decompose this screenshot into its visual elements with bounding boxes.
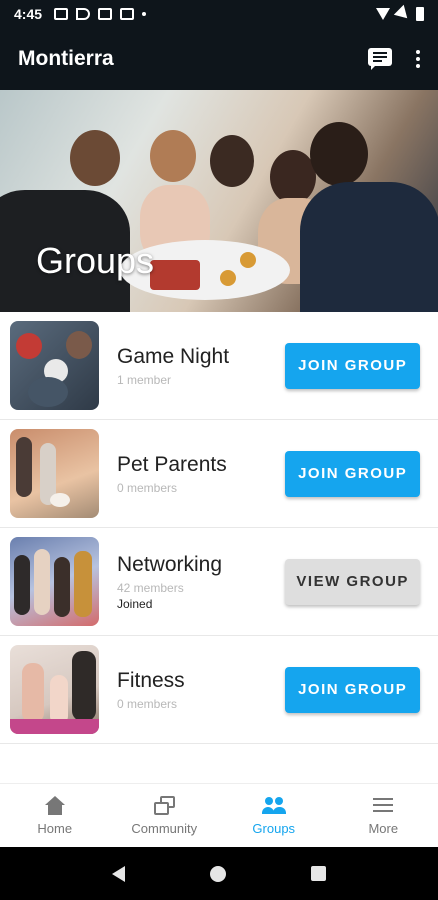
home-icon [43,795,67,816]
nav-label-more: More [368,820,399,836]
app-notification-icon [98,8,113,20]
hero-title: Groups [36,240,155,281]
notification-icons [54,8,147,20]
system-home-icon[interactable] [209,865,226,882]
bottom-navigation: Home Community Groups More [0,783,438,847]
group-name: Networking [117,552,223,576]
groups-icon [261,796,286,816]
recent-apps-icon[interactable] [310,866,326,881]
status-time: 4:45 [14,6,43,22]
app-title: Montierra [18,47,114,70]
group-thumbnail [10,429,99,518]
group-name: Pet Parents [117,452,227,476]
join-group-button[interactable]: JOIN GROUP [285,666,420,713]
community-icon [152,795,176,816]
member-count: 42 members [117,580,184,595]
nav-item-more[interactable]: More [329,784,438,847]
back-icon[interactable] [112,865,126,882]
nav-label-groups: Groups [252,820,296,836]
wifi-icon [376,8,390,20]
nav-item-groups[interactable]: Groups [219,784,329,847]
group-name: Game Night [117,344,230,368]
nav-item-home[interactable]: Home [0,784,110,847]
signal-icon [393,4,413,24]
app-notification-icon-2 [120,8,135,20]
more-notifications-dot [142,12,147,16]
group-thumbnail [10,645,99,734]
image-notification-icon [54,8,69,20]
system-navigation-bar [0,847,438,900]
battery-icon [416,7,424,21]
member-count: 1 member [117,372,172,387]
play-store-icon [76,8,91,20]
nav-item-community[interactable]: Community [110,784,220,847]
joined-label: Joined [117,596,153,611]
group-name: Fitness [117,668,185,692]
join-group-button[interactable]: JOIN GROUP [285,450,420,497]
nav-label-community: Community [131,820,198,836]
list-item[interactable]: Game Night 1 member JOIN GROUP [0,312,438,420]
list-item[interactable]: Networking 42 members Joined VIEW GROUP [0,528,438,636]
chat-icon[interactable] [368,48,392,70]
group-list: Game Night 1 member JOIN GROUP Pet Paren… [0,312,438,744]
nav-label-home: Home [37,820,73,836]
overflow-menu-icon[interactable] [416,50,420,68]
list-item[interactable]: Fitness 0 members JOIN GROUP [0,636,438,744]
status-bar: 4:45 [0,0,438,28]
view-group-button[interactable]: VIEW GROUP [285,558,420,605]
member-count: 0 members [117,696,178,711]
member-count: 0 members [117,480,178,495]
group-thumbnail [10,537,99,626]
menu-icon [371,796,395,816]
list-item[interactable]: Pet Parents 0 members JOIN GROUP [0,420,438,528]
app-bar: Montierra [0,28,438,90]
hero-banner: Groups [0,90,438,312]
group-thumbnail [10,321,99,410]
join-group-button[interactable]: JOIN GROUP [285,342,420,389]
